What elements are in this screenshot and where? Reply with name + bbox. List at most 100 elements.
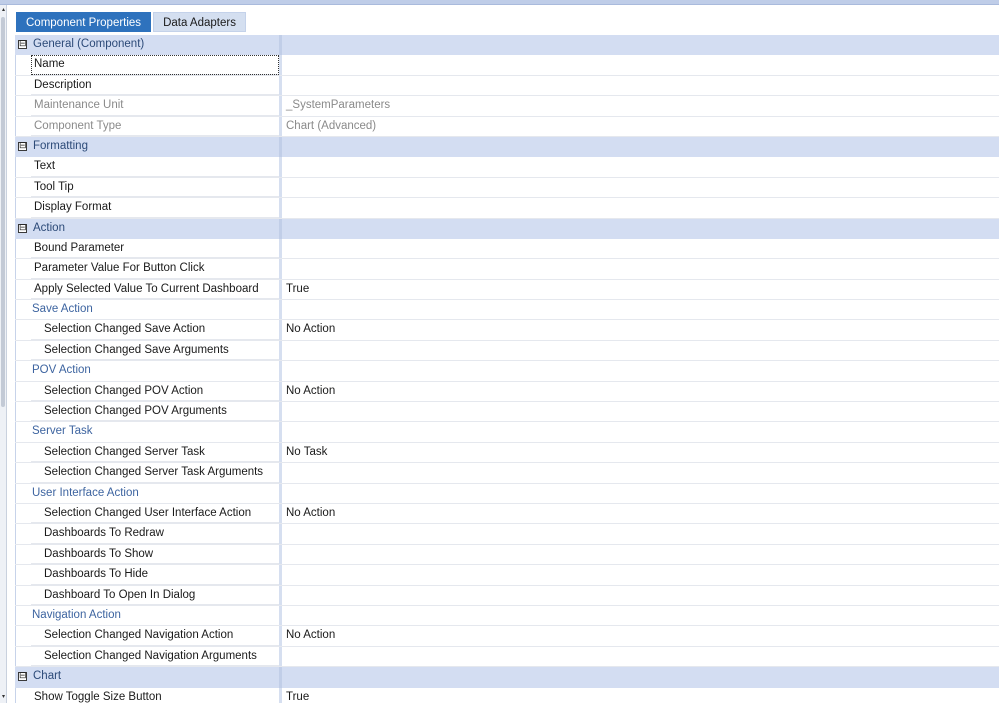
property-name[interactable]: Show Toggle Size Button: [31, 688, 279, 703]
property-row[interactable]: Bound Parameter: [15, 238, 999, 260]
column-splitter[interactable]: [279, 320, 282, 340]
column-splitter[interactable]: [279, 646, 282, 667]
property-name[interactable]: Dashboards To Hide: [31, 565, 279, 585]
column-splitter[interactable]: [279, 503, 282, 524]
tab-component-properties[interactable]: Component Properties: [16, 12, 152, 32]
property-name[interactable]: Component Type: [31, 117, 279, 136]
property-row[interactable]: Selection Changed Navigation Arguments: [15, 646, 999, 668]
column-splitter[interactable]: [279, 177, 282, 198]
property-name[interactable]: Parameter Value For Button Click: [31, 259, 279, 279]
column-splitter[interactable]: [279, 198, 282, 218]
property-row[interactable]: Dashboards To Show: [15, 544, 999, 566]
property-name[interactable]: Selection Changed Navigation Action: [31, 626, 279, 646]
property-row[interactable]: Description: [15, 75, 999, 97]
property-name[interactable]: Maintenance Unit: [31, 96, 279, 116]
column-splitter[interactable]: [279, 463, 282, 483]
property-row[interactable]: Text: [15, 157, 999, 178]
column-splitter[interactable]: [279, 422, 282, 442]
property-name[interactable]: Selection Changed Server Task Arguments: [31, 463, 279, 483]
property-value[interactable]: True: [286, 688, 309, 703]
column-splitter[interactable]: [279, 75, 282, 96]
scrollbar-thumb[interactable]: [1, 17, 5, 407]
vertical-scrollbar[interactable]: ▴ ▾: [0, 5, 7, 703]
property-name[interactable]: Dashboards To Show: [31, 545, 279, 565]
property-name[interactable]: Apply Selected Value To Current Dashboar…: [31, 280, 279, 300]
column-splitter[interactable]: [279, 402, 282, 422]
property-name[interactable]: Selection Changed Save Action: [31, 320, 279, 340]
column-splitter[interactable]: [279, 259, 282, 279]
column-splitter[interactable]: [279, 524, 282, 544]
column-splitter[interactable]: [279, 116, 282, 136]
property-name[interactable]: Selection Changed Navigation Arguments: [31, 647, 279, 667]
property-name[interactable]: Selection Changed POV Arguments: [31, 402, 279, 422]
property-row[interactable]: Component Type Chart (Advanced): [15, 116, 999, 137]
property-row[interactable]: Dashboards To Redraw: [15, 524, 999, 545]
column-splitter[interactable]: [279, 442, 282, 463]
column-splitter[interactable]: [279, 96, 282, 116]
column-splitter[interactable]: [279, 218, 282, 239]
column-splitter[interactable]: [279, 544, 282, 565]
column-splitter[interactable]: [279, 157, 282, 177]
column-splitter[interactable]: [279, 626, 282, 646]
column-splitter[interactable]: [279, 238, 282, 259]
property-row[interactable]: Parameter Value For Button Click: [15, 259, 999, 280]
property-name[interactable]: Selection Changed User Interface Action: [31, 504, 279, 524]
collapse-toggle-icon[interactable]: ⊟: [18, 141, 27, 151]
category-row[interactable]: ⊟ General (Component): [15, 35, 999, 56]
property-row[interactable]: Selection Changed Server Task Arguments: [15, 463, 999, 484]
property-name[interactable]: Dashboard To Open In Dialog: [31, 586, 279, 605]
tab-data-adapters[interactable]: Data Adapters: [153, 12, 246, 32]
column-splitter[interactable]: [279, 687, 282, 703]
column-splitter[interactable]: [279, 136, 282, 158]
property-row[interactable]: Tool Tip: [15, 177, 999, 199]
scroll-down-arrow-icon[interactable]: ▾: [0, 694, 7, 701]
subcategory-row[interactable]: POV Action: [15, 361, 999, 382]
property-row[interactable]: Selection Changed Save Action No Action: [15, 320, 999, 341]
column-splitter[interactable]: [279, 565, 282, 585]
property-name[interactable]: Tool Tip: [31, 178, 279, 198]
column-splitter[interactable]: [279, 585, 282, 605]
column-splitter[interactable]: [279, 605, 282, 626]
column-splitter[interactable]: [279, 35, 282, 56]
property-row[interactable]: Selection Changed User Interface Action N…: [15, 503, 999, 525]
column-splitter[interactable]: [279, 381, 282, 402]
property-value[interactable]: No Action: [286, 626, 335, 645]
subcategory-row[interactable]: Save Action: [15, 300, 999, 321]
column-splitter[interactable]: [279, 361, 282, 381]
category-row[interactable]: ⊟ Formatting: [15, 136, 999, 158]
column-splitter[interactable]: [279, 483, 282, 503]
property-value[interactable]: No Action: [286, 382, 335, 401]
column-splitter[interactable]: [279, 55, 282, 75]
collapse-toggle-icon[interactable]: ⊟: [18, 223, 27, 233]
property-value[interactable]: No Task: [286, 443, 327, 462]
property-row[interactable]: Selection Changed POV Arguments: [15, 402, 999, 423]
property-row[interactable]: Dashboards To Hide: [15, 565, 999, 586]
property-row[interactable]: Apply Selected Value To Current Dashboar…: [15, 279, 999, 301]
property-row[interactable]: Name: [15, 55, 999, 76]
column-splitter[interactable]: [279, 300, 282, 320]
property-name[interactable]: Description: [31, 76, 279, 96]
property-name[interactable]: Display Format: [31, 198, 279, 218]
property-name[interactable]: Selection Changed Save Arguments: [31, 341, 279, 361]
scroll-up-arrow-icon[interactable]: ▴: [0, 7, 7, 14]
property-name[interactable]: Dashboards To Redraw: [31, 524, 279, 544]
property-value[interactable]: No Action: [286, 320, 335, 339]
property-name[interactable]: Bound Parameter: [31, 239, 279, 259]
property-value[interactable]: True: [286, 280, 309, 299]
property-row[interactable]: Selection Changed Save Arguments: [15, 340, 999, 362]
collapse-toggle-icon[interactable]: ⊟: [18, 672, 27, 682]
property-name[interactable]: Selection Changed Server Task: [31, 443, 279, 463]
property-row[interactable]: Selection Changed Server Task No Task: [15, 442, 999, 464]
property-row[interactable]: Dashboard To Open In Dialog: [15, 585, 999, 606]
column-splitter[interactable]: [279, 340, 282, 361]
subcategory-row[interactable]: User Interface Action: [15, 483, 999, 504]
collapse-toggle-icon[interactable]: ⊟: [18, 40, 27, 49]
property-name[interactable]: Text: [31, 157, 279, 177]
property-value[interactable]: No Action: [286, 504, 335, 523]
column-splitter[interactable]: [279, 667, 282, 688]
property-row[interactable]: Selection Changed POV Action No Action: [15, 381, 999, 403]
property-row[interactable]: Maintenance Unit _SystemParameters: [15, 96, 999, 117]
subcategory-row[interactable]: Navigation Action: [15, 605, 999, 627]
property-row[interactable]: Show Toggle Size Button True: [15, 687, 999, 703]
column-splitter[interactable]: [279, 279, 282, 300]
